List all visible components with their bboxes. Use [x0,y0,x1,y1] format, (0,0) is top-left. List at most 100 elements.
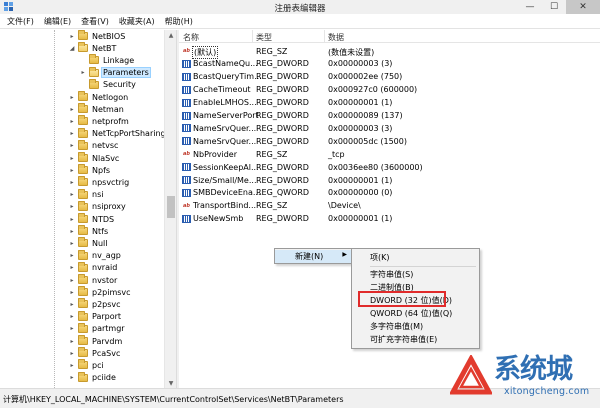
close-button[interactable]: ✕ [566,0,600,14]
expand-arrow-icon[interactable]: ▸ [68,142,76,150]
tree-item[interactable]: ▸ netprofm [68,115,130,127]
column-separator[interactable] [252,30,253,43]
menu-favorites[interactable]: 收藏夹(A) [114,14,160,29]
expand-arrow-icon[interactable]: ▸ [68,239,76,247]
submenu-item-multi-string-value[interactable]: 多字符串值(M) [370,320,423,333]
tree-item[interactable]: ▸ p2psvc [68,298,122,310]
value-data: 0x00000000 (0) [328,188,393,198]
expand-arrow-icon[interactable]: ▸ [68,252,76,260]
submenu-item-string-value[interactable]: 字符串值(S) [370,268,413,281]
value-row[interactable]: SessionKeepAl... REG_DWORD 0x0036ee80 (360… [179,161,600,174]
expand-arrow-icon[interactable]: ▸ [68,288,76,296]
value-row[interactable]: BcastNameQu... REG_DWORD 0x00000003 (3) [179,58,600,71]
expand-arrow-icon[interactable]: ▸ [68,105,76,113]
tree-item[interactable]: Linkage [79,54,135,66]
value-row[interactable]: NameSrvQuer... REG_DWORD 0x00000003 (3) [179,122,600,135]
tree-item[interactable]: ▸ pciide [68,371,117,384]
tree-item[interactable]: ▸ NetTcpPortSharing [68,127,167,140]
submenu-item-key[interactable]: 项(K) [370,251,390,264]
tree-item[interactable]: ▸ nsi [68,188,104,201]
value-row[interactable]: UseNewSmb REG_DWORD 0x00000001 (1) [179,213,600,226]
value-row[interactable]: Size/Small/Me... REG_DWORD 0x00000001 (1) [179,174,600,187]
expand-arrow-icon[interactable]: ▸ [68,361,76,369]
tree-item[interactable]: ▸ nvraid [68,261,118,274]
tree-item[interactable]: ▸ Parvdm [68,335,123,347]
tree-item[interactable]: ▸ pci [68,359,105,371]
binary-value-icon [182,85,191,94]
watermark-logo-icon [450,355,492,395]
expand-arrow-icon[interactable]: ▸ [68,93,76,101]
maximize-button[interactable]: ☐ [542,0,566,14]
column-name[interactable]: 名称 [183,32,199,43]
tree-item[interactable]: ▸ Netman [68,103,125,115]
value-row[interactable]: ab TransportBind... REG_SZ \Device\ [179,200,600,213]
submenu-item-expandable-string-value[interactable]: 可扩充字符串值(E) [370,333,437,346]
expand-arrow-icon[interactable]: ▸ [68,203,76,211]
value-row[interactable]: ab NbProvider REG_SZ _tcp [179,148,600,161]
expand-arrow-icon[interactable]: ▸ [68,178,76,186]
expanded-arrow-icon[interactable]: ◢ [68,44,76,52]
menu-view[interactable]: 查看(V) [76,14,114,29]
value-row[interactable]: BcastQueryTim... REG_DWORD 0x000002ee (750… [179,71,600,84]
tree-item[interactable]: ▸ Npfs [68,164,111,176]
tree-item[interactable]: ▸ partmgr [68,322,126,335]
registry-tree[interactable]: ▸ NetBIOS ◢ NetBT Linkage ▸ Parameters Security… [0,30,176,388]
tree-item[interactable]: ▸ NlaSvc [68,152,120,164]
column-separator[interactable] [324,30,325,43]
tree-item[interactable]: ▸ NTDS [68,213,115,225]
expand-arrow-icon[interactable]: ▸ [68,300,76,308]
expand-arrow-icon[interactable]: ▸ [68,276,76,284]
menu-edit[interactable]: 编辑(E) [39,14,76,29]
expand-arrow-icon[interactable]: ▸ [79,69,87,77]
submenu-item-qword-value[interactable]: QWORD (64 位)值(Q) [370,307,452,320]
column-type[interactable]: 类型 [256,32,272,43]
expand-arrow-icon[interactable]: ▸ [68,374,76,382]
tree-item[interactable]: ▸ nsiproxy [68,200,127,213]
expand-arrow-icon[interactable]: ▸ [68,337,76,345]
expand-arrow-icon[interactable]: ▸ [68,313,76,321]
tree-item[interactable]: ▸ npsvctrig [68,176,130,188]
value-row[interactable]: EnableLMHOS... REG_DWORD 0x00000001 (1) [179,97,600,110]
value-row[interactable]: CacheTimeout REG_DWORD 0x000927c0 (600000) [179,84,600,97]
expand-arrow-icon[interactable]: ▸ [68,227,76,235]
scrollbar-thumb[interactable] [167,196,175,218]
tree-item[interactable]: ▸ Netlogon [68,91,129,103]
value-row[interactable]: SMBDeviceEna... REG_QWORD 0x00000000 (0) [179,187,600,200]
expand-arrow-icon[interactable]: ▸ [68,166,76,174]
menu-item-new[interactable]: 新建(N) ▶ [275,250,353,263]
expand-arrow-icon[interactable]: ▸ [68,349,76,357]
tree-item[interactable]: ▸ nv_agp [68,249,122,262]
value-data: 0x00000003 (3) [328,59,393,69]
expand-arrow-icon[interactable]: ▸ [68,325,76,333]
tree-item[interactable]: ▸ NetBIOS [68,30,126,42]
tree-item[interactable]: ◢ NetBT [68,42,117,54]
value-row[interactable]: NameServerPort REG_DWORD 0x00000089 (137) [179,110,600,123]
tree-item[interactable]: ▸ Ntfs [68,225,109,237]
expand-arrow-icon[interactable]: ▸ [68,154,76,162]
minimize-button[interactable]: — [518,0,542,14]
tree-item[interactable]: ▸ nvstor [68,274,118,286]
value-type: REG_DWORD [256,123,309,133]
tree-item[interactable]: ▸ p2pimsvc [68,286,132,298]
expand-arrow-icon[interactable]: ▸ [68,117,76,125]
tree-item[interactable]: ▸ netvsc [68,139,119,152]
expand-arrow-icon[interactable]: ▸ [68,264,76,272]
expand-arrow-icon[interactable] [79,81,87,89]
expand-arrow-icon[interactable]: ▸ [68,32,76,40]
tree-item[interactable]: ▸ Null [68,237,109,249]
expand-arrow-icon[interactable]: ▸ [68,191,76,199]
column-data[interactable]: 数据 [328,32,344,43]
value-row[interactable]: NameSrvQuer... REG_DWORD 0x000005dc (1500) [179,135,600,148]
tree-item[interactable]: ▸ Parameters [79,66,151,79]
expand-arrow-icon[interactable] [79,56,87,64]
value-data: \Device\ [328,201,361,211]
expand-arrow-icon[interactable]: ▸ [68,215,76,223]
value-row[interactable]: ab (默认) REG_SZ (数值未设置) [179,45,600,59]
tree-item[interactable]: Security [79,78,137,91]
menu-file[interactable]: 文件(F) [2,14,39,29]
menu-help[interactable]: 帮助(H) [160,14,198,29]
tree-item[interactable]: ▸ Parport [68,310,122,323]
tree-item[interactable]: ▸ PcaSvc [68,347,121,359]
expand-arrow-icon[interactable]: ▸ [68,130,76,138]
tree-scrollbar[interactable]: ▲ ▼ [164,30,176,388]
